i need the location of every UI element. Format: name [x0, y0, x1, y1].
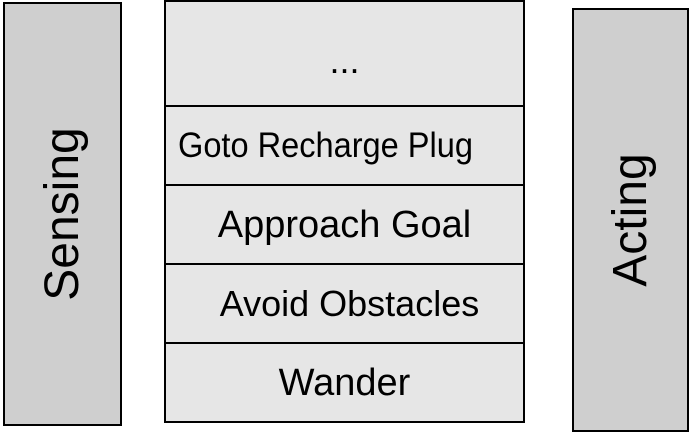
layer-avoid-obstacles: Avoid Obstacles	[166, 265, 523, 344]
layer-ellipsis-label: ...	[329, 40, 360, 81]
behavior-layer-stack: ... Goto Recharge Plug Approach Goal Avo…	[164, 0, 525, 423]
layer-wander-label: Wander	[278, 361, 411, 404]
acting-box: Acting	[572, 8, 689, 432]
layer-approach-goal: Approach Goal	[166, 186, 523, 265]
layer-goto-recharge-plug: Goto Recharge Plug	[166, 107, 523, 186]
layer-approach-goal-label: Approach Goal	[217, 203, 472, 246]
layer-goto-recharge-plug-label: Goto Recharge Plug	[178, 126, 473, 165]
layer-wander: Wander	[166, 344, 523, 421]
layer-ellipsis: ...	[166, 2, 523, 107]
sensing-label: Sensing	[35, 127, 89, 301]
acting-label: Acting	[603, 153, 657, 287]
layer-avoid-obstacles-label: Avoid Obstacles	[219, 282, 480, 324]
sensing-box: Sensing	[3, 2, 122, 426]
